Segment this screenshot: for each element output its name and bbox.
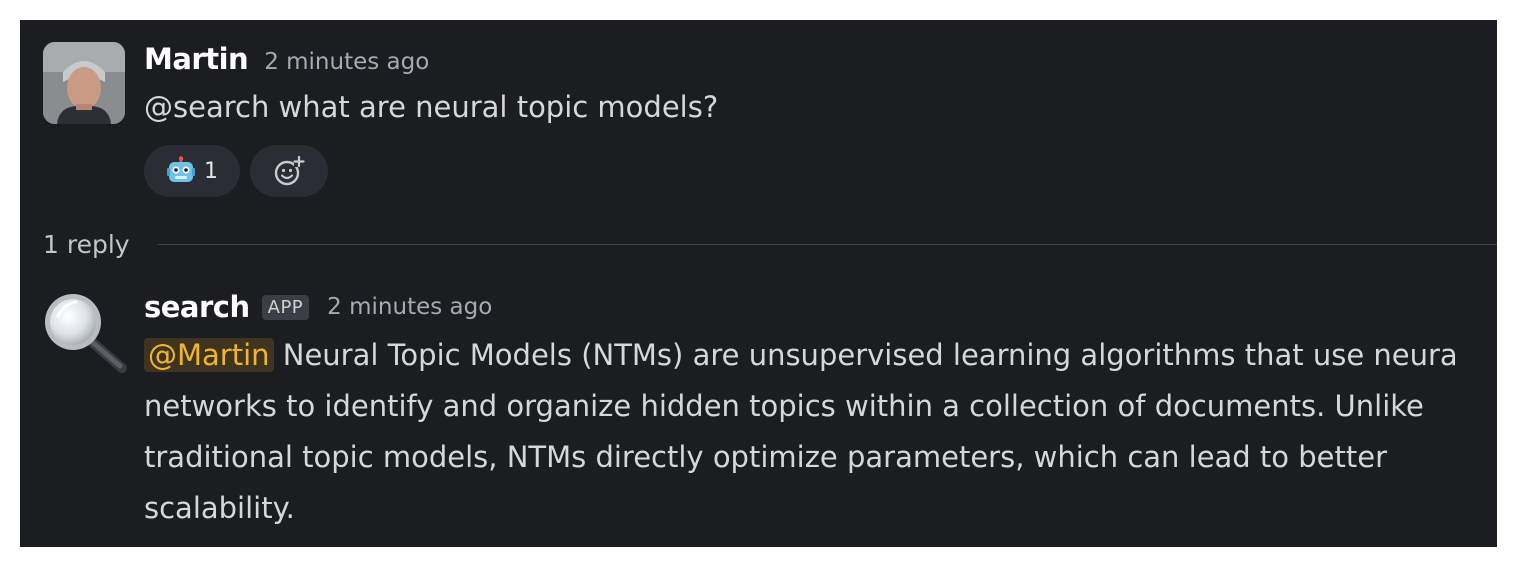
robot-reaction-button[interactable]: 1: [144, 145, 240, 197]
user-photo-icon: [43, 42, 125, 124]
author-name[interactable]: Martin: [144, 42, 249, 76]
reply-text: @Martin Neural Topic Models (NTMs) are u…: [144, 330, 1497, 534]
add-reaction-icon: [274, 155, 305, 186]
reply-header: search APP 2 minutes ago: [144, 286, 492, 328]
message-text: @search what are neural topic models?: [144, 90, 719, 124]
reply-line-text: Neural Topic Models (NTMs) are unsupervi…: [273, 338, 1458, 372]
reply-line: traditional topic models, NTMs directly …: [144, 440, 1388, 474]
message-timestamp[interactable]: 2 minutes ago: [264, 49, 429, 75]
thread-replies-row: 1 reply: [43, 230, 1497, 259]
user-avatar[interactable]: [43, 42, 125, 124]
reply-count-link[interactable]: 1 reply: [43, 230, 130, 259]
user-mention[interactable]: @Martin: [144, 338, 274, 372]
message-header: Martin 2 minutes ago: [144, 42, 429, 82]
bot-author-name[interactable]: search: [144, 290, 250, 324]
reply-line: @Martin Neural Topic Models (NTMs) are u…: [144, 330, 1497, 381]
reaction-count: 1: [204, 158, 218, 184]
bot-avatar[interactable]: [40, 288, 128, 376]
reactions-bar: 1: [144, 145, 328, 197]
add-reaction-button[interactable]: [250, 145, 328, 197]
thread-divider: [157, 244, 1497, 245]
robot-face-icon: [167, 156, 195, 182]
reply-line: networks to identify and organize hidden…: [144, 389, 1424, 423]
reply-timestamp[interactable]: 2 minutes ago: [327, 294, 492, 320]
message-thread-panel: Martin 2 minutes ago @search what are ne…: [20, 20, 1497, 547]
reply-line: scalability.: [144, 491, 295, 525]
app-badge: APP: [261, 294, 310, 320]
magnifying-glass-icon: [45, 294, 127, 373]
